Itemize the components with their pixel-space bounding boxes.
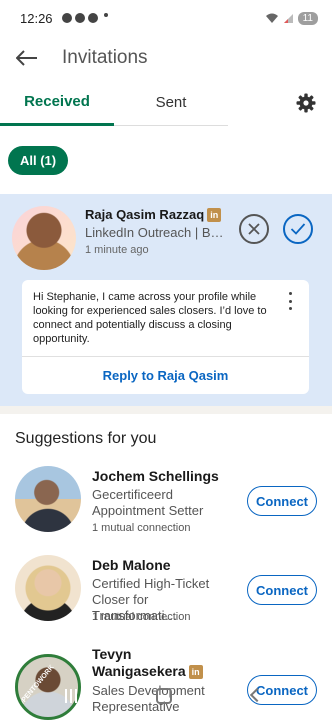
suggestions-section: Suggestions for you Jochem Schellings Ge…	[0, 414, 332, 720]
message-card: Hi Stephanie, I came across your profile…	[22, 280, 309, 394]
chat-icon	[87, 13, 98, 23]
section-title: Suggestions for you	[15, 430, 157, 447]
filter-area: All (1)	[0, 126, 332, 194]
open-to-work-ring: #OPENTOWORK	[15, 663, 56, 711]
avatar[interactable]: #OPENTOWORK	[15, 654, 81, 720]
invitation-card: Raja Qasim Razzaq in LinkedIn Outreach | …	[0, 194, 332, 406]
person-name[interactable]: Tevyn Wanigasekera in	[92, 646, 203, 680]
signal-icon	[283, 13, 293, 23]
gear-icon	[296, 93, 316, 113]
ignore-button[interactable]	[239, 214, 269, 244]
tab-received[interactable]: Received	[0, 80, 114, 126]
battery-indicator: 11	[297, 11, 318, 25]
mutual-connections: 1 mutual connection	[92, 522, 191, 534]
invitation-name[interactable]: Raja Qasim Razzaq in	[85, 207, 222, 222]
avatar[interactable]	[15, 466, 81, 532]
status-time: 12:26	[20, 10, 53, 26]
tab-bar: Received Sent	[0, 80, 332, 126]
person-name-line1: Tevyn	[92, 646, 132, 662]
more-options-icon[interactable]	[285, 292, 295, 310]
avatar[interactable]	[15, 555, 81, 621]
settings-button[interactable]	[286, 80, 326, 126]
person-headline-line1: Certified High-Ticket	[92, 576, 210, 591]
invitation-message: Hi Stephanie, I came across your profile…	[33, 291, 267, 345]
mutual-connections: 1 mutual connection	[92, 611, 191, 623]
person-name-line2: Wanigasekera	[92, 663, 186, 679]
app-header: Invitations	[0, 36, 332, 80]
person-headline-line1: Gecertificeerd	[92, 487, 173, 502]
close-icon	[248, 223, 260, 235]
back-button[interactable]	[12, 43, 42, 73]
person-name[interactable]: Jochem Schellings	[92, 468, 219, 485]
reply-button[interactable]: Reply to Raja Qasim	[22, 357, 309, 394]
tab-sent[interactable]: Sent	[114, 80, 228, 126]
invitation-time: 1 minute ago	[85, 244, 149, 256]
avatar[interactable]	[12, 206, 76, 270]
suggestion-item[interactable]: #OPENTOWORK Tevyn Wanigasekera in Sales D…	[0, 644, 332, 720]
person-headline-line2: Representative	[92, 699, 180, 714]
facebook-icon	[61, 13, 72, 23]
status-bar: 12:26 11	[0, 0, 332, 36]
game-icon	[74, 13, 85, 23]
notification-icons	[61, 13, 108, 23]
connect-button[interactable]: Connect	[247, 575, 317, 605]
connect-button[interactable]: Connect	[247, 675, 317, 705]
invitation-name-text: Raja Qasim Razzaq	[85, 207, 205, 222]
check-icon	[290, 223, 306, 235]
person-name[interactable]: Deb Malone	[92, 557, 171, 574]
person-headline-line1: Sales Development	[92, 683, 205, 698]
suggestion-item[interactable]: Jochem Schellings Gecertificeerd Appoint…	[0, 466, 332, 558]
invitation-headline: LinkedIn Outreach | B2B Lead Generation	[85, 225, 225, 240]
filter-chip-all[interactable]: All (1)	[8, 146, 69, 175]
person-headline-line2: Appointment Setter	[92, 503, 204, 518]
more-notifications-icon	[103, 13, 108, 17]
page-title: Invitations	[62, 47, 148, 68]
linkedin-premium-icon: in	[207, 208, 222, 222]
tab-spacer	[228, 80, 286, 126]
connect-button[interactable]: Connect	[247, 486, 317, 516]
arrow-left-icon	[16, 50, 37, 66]
accept-button[interactable]	[283, 214, 313, 244]
linkedin-premium-icon: in	[188, 665, 203, 679]
suggestion-item[interactable]: Deb Malone Certified High-Ticket Closer …	[0, 555, 332, 647]
wifi-icon	[265, 13, 278, 23]
